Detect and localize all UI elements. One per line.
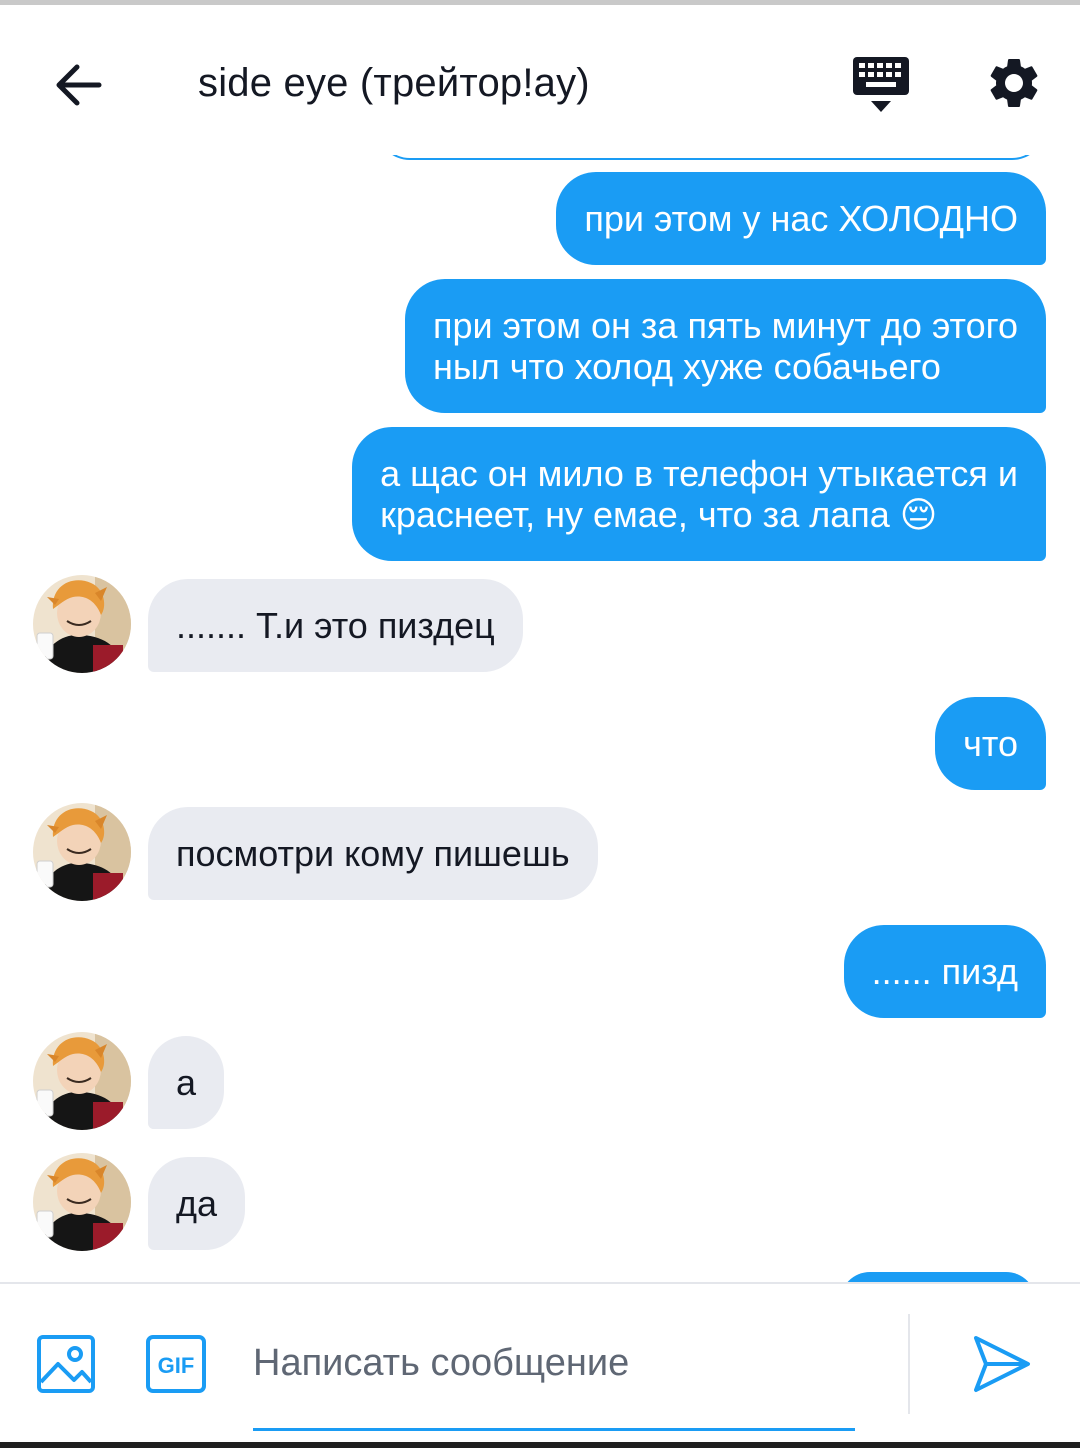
message-composer: GIF: [0, 1282, 1080, 1442]
message-text: ...... пизд: [871, 951, 1018, 992]
arrow-left-icon: [56, 64, 102, 106]
image-icon: [37, 1335, 95, 1393]
chat-header: side eye (трейтор!ay): [0, 5, 1080, 155]
settings-button[interactable]: [984, 53, 1044, 113]
avatar[interactable]: [33, 803, 131, 901]
message-text: при этом у нас ХОЛОДНО: [584, 198, 1018, 239]
outgoing-message[interactable]: при этом он за пять минут до этого ныл ч…: [404, 279, 1046, 413]
send-button[interactable]: [970, 1332, 1034, 1396]
message-text: а: [176, 1062, 197, 1103]
next-message-bubble: [840, 1272, 1036, 1282]
outgoing-message[interactable]: что: [935, 697, 1046, 790]
outgoing-message[interactable]: при этом у нас ХОЛОДНО: [556, 172, 1046, 265]
avatar[interactable]: [33, 575, 131, 673]
avatar-image: [33, 575, 131, 673]
incoming-message[interactable]: посмотри кому пишешь: [148, 807, 598, 900]
pensive-emoji: 😔: [899, 494, 938, 535]
keyboard-hide-icon: [853, 57, 909, 112]
message-list[interactable]: при этом у нас ХОЛОДНО при этом он за пя…: [0, 155, 1080, 1282]
gif-label: GIF: [158, 1353, 195, 1378]
avatar-image: [33, 1032, 131, 1130]
incoming-message[interactable]: да: [148, 1157, 246, 1250]
message-text: что: [963, 723, 1018, 764]
send-icon: [974, 1336, 1030, 1392]
avatar[interactable]: [33, 1032, 131, 1130]
gif-button[interactable]: GIF: [145, 1334, 207, 1394]
avatar-image: [33, 803, 131, 901]
message-text-line: краснеет, ну емае, что за лапа: [380, 494, 890, 535]
message-text-line: при этом он за пять минут до этого: [432, 305, 1018, 346]
message-text-line: ныл что холод хуже собачьего: [432, 346, 941, 387]
back-button[interactable]: [48, 55, 108, 115]
outgoing-message[interactable]: а щас он мило в телефон утыкается и крас…: [352, 427, 1046, 561]
incoming-message[interactable]: а: [148, 1036, 225, 1129]
avatar-image: [33, 1153, 131, 1251]
attach-image-button[interactable]: [36, 1334, 96, 1394]
keyboard-button[interactable]: [848, 55, 914, 117]
outgoing-message[interactable]: ...... пизд: [843, 925, 1046, 1018]
avatar[interactable]: [33, 1153, 131, 1251]
previous-message-bubble: [376, 155, 1046, 160]
message-text-line: а щас он мило в телефон утыкается и: [380, 453, 1018, 494]
message-text: посмотри кому пишешь: [176, 833, 570, 874]
input-underline: [253, 1428, 855, 1431]
chat-title: side eye (трейтор!ay): [198, 61, 590, 105]
incoming-message[interactable]: ....... Т.и это пиздец: [148, 579, 523, 672]
gif-icon: GIF: [146, 1335, 206, 1393]
message-text: да: [176, 1183, 218, 1224]
message-input[interactable]: [253, 1328, 853, 1398]
message-text: ....... Т.и это пиздец: [176, 605, 495, 646]
gear-icon: [990, 58, 1038, 107]
system-nav-bar: [0, 1442, 1080, 1448]
composer-divider: [908, 1314, 910, 1414]
